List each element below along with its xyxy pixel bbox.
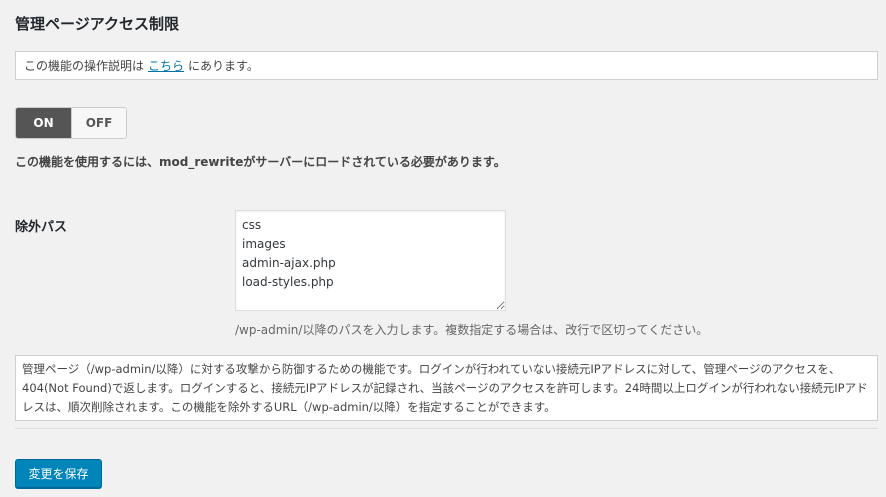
on-off-toggle: ON OFF [15, 107, 127, 139]
notice-prefix: この機能の操作説明は [24, 59, 145, 73]
page-title: 管理ページアクセス制限 [15, 15, 179, 33]
toggle-off-button[interactable]: OFF [71, 108, 126, 138]
exclude-paths-textarea[interactable] [235, 210, 506, 311]
exclude-paths-label: 除外パス [15, 220, 68, 235]
exclude-paths-description: /wp-admin/以降のパスを入力します。複数指定する場合は、改行で区切ってく… [235, 323, 709, 337]
toggle-on-button[interactable]: ON [16, 108, 71, 138]
instructions-link[interactable]: こちら [148, 57, 184, 74]
feature-description-box: 管理ページ（/wp-admin/以降）に対する攻撃から防御するための機能です。ロ… [15, 355, 878, 421]
save-changes-button[interactable]: 変更を保存 [15, 459, 102, 488]
notice-suffix: にあります。 [188, 59, 259, 73]
settings-page: 管理ページアクセス制限 この機能の操作説明は こちら にあります。 ON OFF… [0, 0, 886, 497]
divider [15, 428, 878, 429]
requirement-note: この機能を使用するには、mod_rewriteがサーバーにロードされている必要が… [15, 155, 506, 169]
notice-box: この機能の操作説明は こちら にあります。 [15, 51, 878, 80]
